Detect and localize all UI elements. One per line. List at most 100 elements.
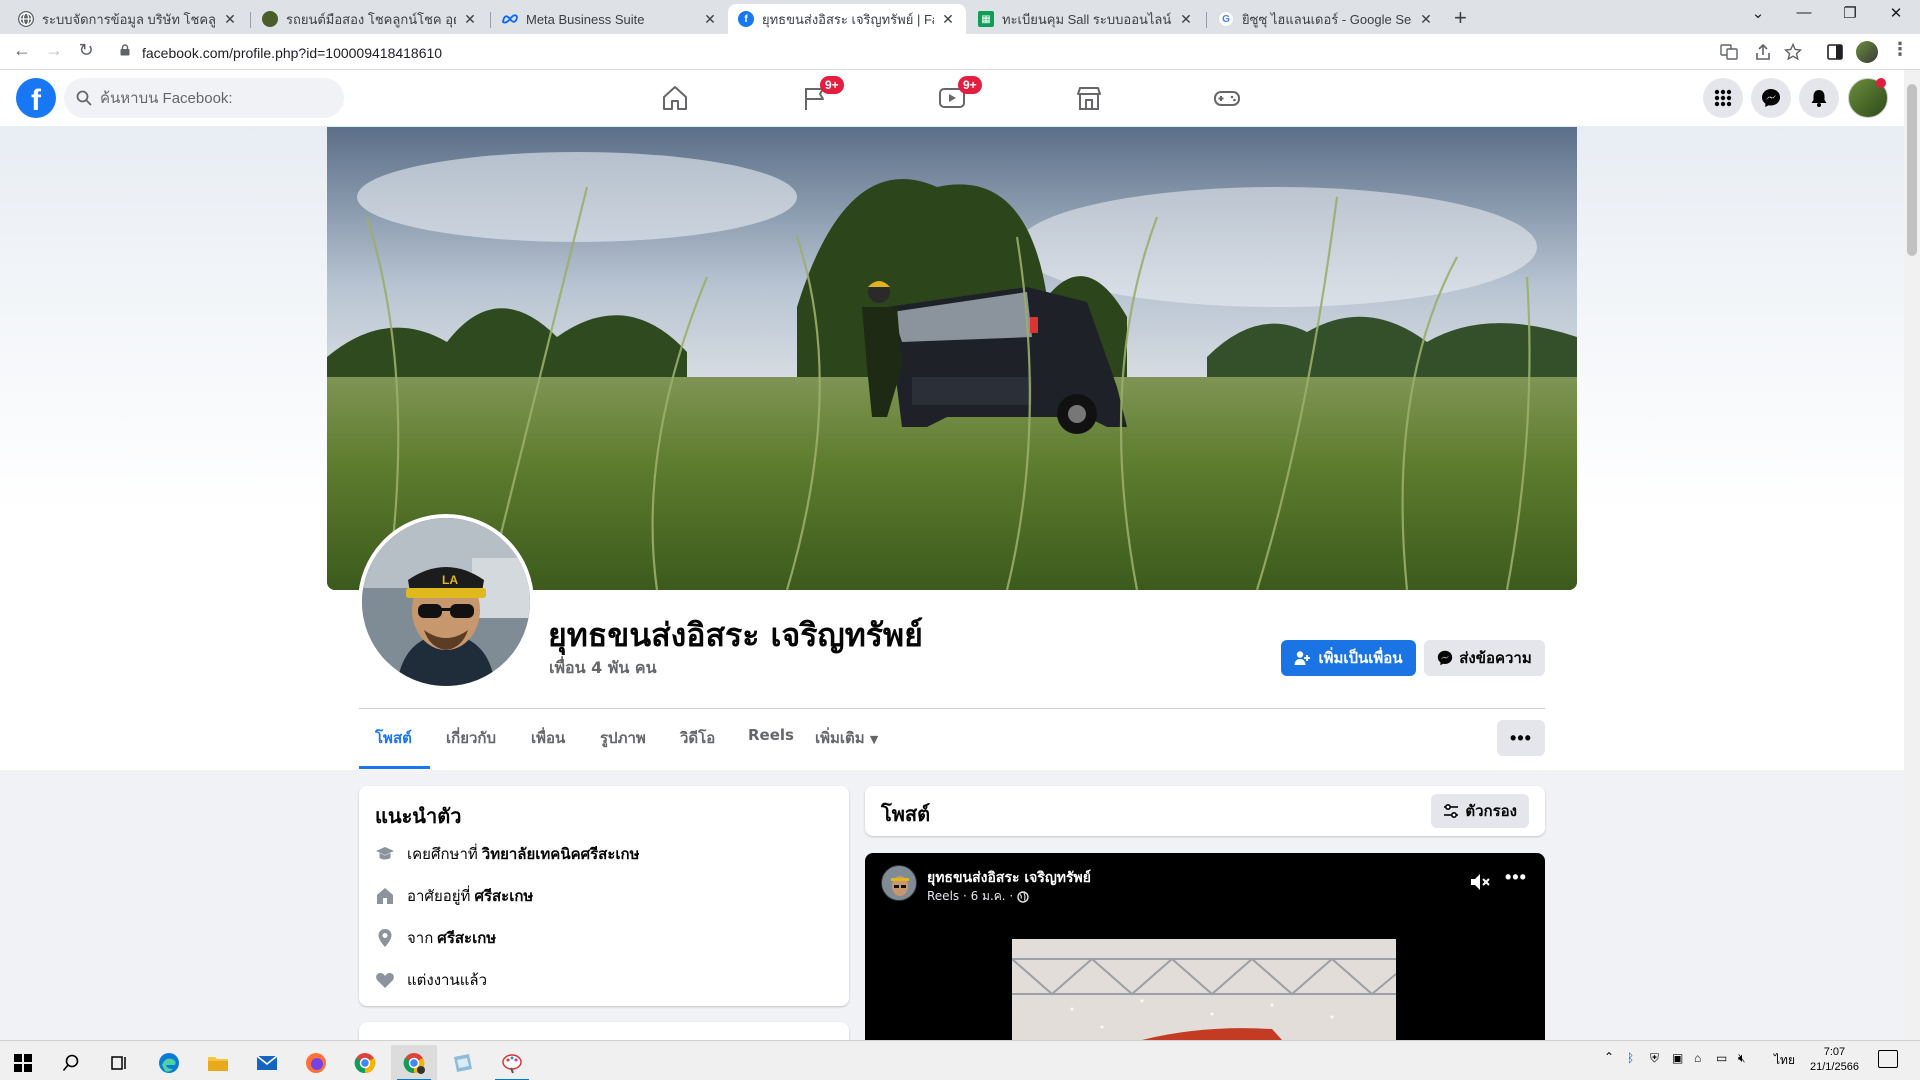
tab-divider xyxy=(1206,12,1207,28)
tray-show-hidden-icon[interactable]: ⌃ xyxy=(1604,1050,1614,1064)
start-button[interactable] xyxy=(0,1045,46,1080)
tab-photos[interactable]: รูปภาพ xyxy=(600,726,646,750)
browser-tab-title: ทะเบียนคุม Sall ระบบออนไลน์.xlsx - G xyxy=(1002,11,1172,27)
reel-video-frame[interactable] xyxy=(1012,939,1396,1040)
send-message-button[interactable]: ส่งข้อความ xyxy=(1424,640,1545,676)
tab-friends[interactable]: เพื่อน xyxy=(531,726,565,750)
posts-title: โพสต์ xyxy=(881,802,931,826)
volume-muted-icon[interactable]: 🔇︎ xyxy=(1738,1051,1746,1066)
google-favicon-icon: G xyxy=(1218,11,1234,27)
tab-about[interactable]: เกี่ยวกับ xyxy=(446,726,496,750)
tab-posts[interactable]: โพสต์ xyxy=(375,726,412,750)
messenger-icon xyxy=(1762,89,1780,107)
forward-button[interactable]: → xyxy=(42,40,66,61)
reel-post[interactable]: ยุทธขนส่งอิสระ เจริญทรัพย์ Reels · 6 ม.ค… xyxy=(865,853,1545,1040)
close-icon[interactable]: ✕ xyxy=(462,11,478,28)
browser-tab[interactable]: G ยิซูซุ ไฮแลนเดอร์ - Google Search ✕ xyxy=(1208,4,1444,34)
back-button[interactable]: ← xyxy=(10,40,34,61)
home-icon[interactable] xyxy=(661,84,689,112)
share-icon[interactable] xyxy=(1754,43,1772,61)
profile-photo-image: LA xyxy=(362,518,530,686)
taskbar-chrome-profile-app[interactable] xyxy=(391,1045,437,1080)
friend-count[interactable]: เพื่อน 4 พัน คน xyxy=(549,656,657,681)
taskbar-mail-app[interactable] xyxy=(244,1045,290,1080)
search-icon xyxy=(62,1054,79,1072)
tab-search-icon[interactable]: ⌄ xyxy=(1735,4,1781,22)
marketplace-icon[interactable] xyxy=(1075,84,1103,112)
side-panel-icon[interactable] xyxy=(1826,43,1844,61)
taskbar-search-button[interactable] xyxy=(48,1045,94,1080)
close-icon[interactable]: ✕ xyxy=(1178,11,1194,28)
taskbar-file-explorer-app[interactable] xyxy=(195,1045,241,1080)
mute-speaker-icon[interactable] xyxy=(1469,871,1491,893)
taskbar-app[interactable] xyxy=(440,1045,486,1080)
profile-name: ยุทธขนส่งอิสระ เจริญทรัพย์ xyxy=(548,616,923,654)
shield-icon[interactable]: ⛨ xyxy=(1650,1051,1659,1066)
gaming-controller-icon[interactable] xyxy=(1213,84,1241,112)
edge-browser-icon xyxy=(159,1053,179,1073)
cover-photo[interactable] xyxy=(327,127,1577,590)
bookmark-star-icon[interactable] xyxy=(1784,43,1802,61)
new-tab-button[interactable]: + xyxy=(1454,5,1467,31)
close-icon[interactable]: ✕ xyxy=(702,11,718,28)
intro-from-prefix: จาก xyxy=(407,929,434,947)
taskbar-edge-app[interactable] xyxy=(146,1045,192,1080)
browser-tab[interactable]: Meta Business Suite ✕ xyxy=(492,4,728,34)
browser-tab-active[interactable]: f ยุทธขนส่งอิสระ เจริญทรัพย์ | Faceboo ✕ xyxy=(728,4,966,34)
intro-relationship-text: แต่งงานแล้ว xyxy=(407,971,488,989)
notification-badge: 9+ xyxy=(820,76,844,94)
taskbar-paint-app[interactable] xyxy=(489,1045,535,1080)
input-language[interactable]: ไทย xyxy=(1774,1051,1795,1070)
reload-button[interactable]: ↻ xyxy=(74,40,98,61)
svg-text:LA: LA xyxy=(442,573,458,587)
browser-tab[interactable]: ระบบจัดการข้อมูล บริษัท โชคลูกน์โชค อ ✕ xyxy=(8,4,248,34)
network-icon[interactable]: ⌂ xyxy=(1694,1051,1701,1065)
notifications-button[interactable] xyxy=(1799,78,1839,118)
tab-more[interactable]: เพิ่มเติม ▼ xyxy=(815,726,878,750)
intro-lives-in-value[interactable]: ศรีสะเกษ xyxy=(474,884,533,908)
bell-icon xyxy=(1811,90,1827,107)
profile-more-options-button[interactable]: ••• xyxy=(1497,720,1545,756)
task-view-button[interactable] xyxy=(96,1045,142,1080)
intro-education: เคยศึกษาที่ วิทยาลัยเทคนิคศรีสะเกษ xyxy=(375,842,640,866)
menu-grid-button[interactable] xyxy=(1703,78,1743,118)
sheets-favicon-icon: ▦ xyxy=(978,11,994,27)
address-bar[interactable]: facebook.com/profile.php?id=100009418418… xyxy=(108,38,1808,66)
chrome-profile-avatar[interactable] xyxy=(1856,41,1878,63)
location-pin-icon xyxy=(375,928,395,948)
close-icon[interactable]: ✕ xyxy=(940,11,956,28)
profile-picture[interactable]: LA xyxy=(358,514,534,690)
facebook-search-input[interactable]: ค้นหาบน Facebook: xyxy=(64,78,344,118)
facebook-favicon-icon: f xyxy=(738,11,754,27)
tray-app-icon[interactable]: ▣ xyxy=(1672,1051,1683,1065)
page-scrollbar-thumb[interactable] xyxy=(1907,84,1917,256)
post-author-avatar[interactable] xyxy=(881,865,917,901)
clock[interactable]: 7:07 21/1/2566 xyxy=(1810,1045,1859,1075)
close-window-button[interactable]: ✕ xyxy=(1873,4,1919,22)
filter-button[interactable]: ตัวกรอง xyxy=(1431,794,1529,828)
messenger-button[interactable] xyxy=(1751,78,1791,118)
post-author-name[interactable]: ยุทธขนส่งอิสระ เจริญทรัพย์ xyxy=(927,867,1091,889)
add-friend-button[interactable]: เพิ่มเป็นเพื่อน xyxy=(1281,640,1416,676)
minimize-button[interactable]: — xyxy=(1781,4,1827,21)
bluetooth-icon[interactable]: ᛒ xyxy=(1627,1051,1634,1065)
intro-education-value[interactable]: วิทยาลัยเทคนิคศรีสะเกษ xyxy=(482,842,640,866)
browser-tab[interactable]: ▦ ทะเบียนคุม Sall ระบบออนไลน์.xlsx - G ✕ xyxy=(968,4,1204,34)
chrome-menu-icon[interactable]: ⋮ xyxy=(1888,39,1912,60)
restore-button[interactable]: ❐ xyxy=(1827,4,1873,22)
clock-date: 21/1/2566 xyxy=(1810,1061,1859,1073)
notification-center-icon[interactable] xyxy=(1878,1050,1898,1068)
close-icon[interactable]: ✕ xyxy=(222,11,238,28)
firefox-icon xyxy=(306,1053,326,1073)
tab-reels[interactable]: Reels xyxy=(748,726,794,744)
taskbar-firefox-app[interactable] xyxy=(293,1045,339,1080)
close-icon[interactable]: ✕ xyxy=(1418,11,1434,28)
tab-videos[interactable]: วิดีโอ xyxy=(680,726,715,750)
facebook-logo-icon[interactable]: f xyxy=(16,78,56,118)
taskbar-chrome-app[interactable] xyxy=(342,1045,388,1080)
post-more-options-button[interactable]: ••• xyxy=(1505,867,1527,888)
display-icon[interactable]: ▭ xyxy=(1716,1051,1727,1065)
browser-tab[interactable]: รถยนต์มือสอง โชคลูกน์โชค อุดรธานี ✕ xyxy=(252,4,488,34)
translate-icon[interactable] xyxy=(1720,43,1738,61)
intro-from-value[interactable]: ศรีสะเกษ xyxy=(437,926,496,950)
